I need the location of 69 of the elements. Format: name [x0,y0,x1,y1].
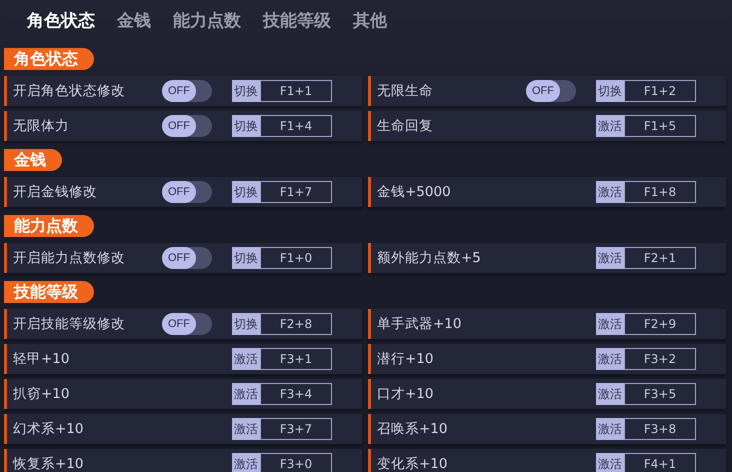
option-label: 金钱+5000 [377,183,451,201]
action-label: 切换 [232,115,260,137]
option-label: 生命回复 [377,117,433,135]
option-label: 无限体力 [13,117,69,135]
option-label: 单手武器+10 [377,315,462,333]
option-label: 潜行+10 [377,350,434,368]
toggle-switch[interactable]: OFF [162,181,212,203]
toggle-switch[interactable]: OFF [162,80,212,102]
option-label: 幻术系+10 [13,420,84,438]
action-label: 激活 [232,453,260,472]
option-label: 召唤系+10 [377,420,448,438]
option-label: 无限生命 [377,82,433,100]
section-header: 角色状态 [4,48,94,70]
hotkey-field[interactable]: F1+5 [624,115,696,137]
action-label: 切换 [232,247,260,269]
action-label: 切换 [232,313,260,335]
action-label: 激活 [596,181,624,203]
action-label: 激活 [232,418,260,440]
option-label: 开启金钱修改 [13,183,97,201]
action-label: 激活 [596,313,624,335]
option-label: 扒窃+10 [13,385,70,403]
hotkey-field[interactable]: F3+5 [624,383,696,405]
hotkey-field[interactable]: F3+0 [260,453,332,472]
hotkey-field[interactable]: F1+4 [260,115,332,137]
action-label: 切换 [232,181,260,203]
hotkey-field[interactable]: F1+2 [624,80,696,102]
option-label: 口才+10 [377,385,434,403]
action-label: 切换 [596,80,624,102]
hotkey-field[interactable]: F1+7 [260,181,332,203]
hotkey-field[interactable]: F3+1 [260,348,332,370]
tab[interactable]: 角色状态 [18,8,104,32]
hotkey-field[interactable]: F3+2 [624,348,696,370]
option-label: 额外能力点数+5 [377,249,481,267]
option-label: 开启角色状态修改 [13,82,125,100]
section-header: 技能等级 [4,281,94,303]
option-label: 恢复系+10 [13,455,84,472]
toggle-switch[interactable]: OFF [162,313,212,335]
section-header: 金钱 [4,149,62,171]
hotkey-field[interactable]: F1+0 [260,247,332,269]
tab[interactable]: 金钱 [108,8,160,32]
action-label: 激活 [232,348,260,370]
hotkey-field[interactable]: F3+8 [624,418,696,440]
action-label: 激活 [596,247,624,269]
tab[interactable]: 技能等级 [254,8,340,32]
action-label: 激活 [596,115,624,137]
action-label: 切换 [232,80,260,102]
toggle-switch[interactable]: OFF [162,115,212,137]
tab[interactable]: 其他 [344,8,396,32]
action-label: 激活 [596,383,624,405]
hotkey-field[interactable]: F3+4 [260,383,332,405]
hotkey-field[interactable]: F1+1 [260,80,332,102]
section-header: 能力点数 [4,215,94,237]
hotkey-field[interactable]: F4+1 [624,453,696,472]
hotkey-field[interactable]: F2+1 [624,247,696,269]
hotkey-field[interactable]: F1+8 [624,181,696,203]
option-label: 开启技能等级修改 [13,315,125,333]
action-label: 激活 [596,418,624,440]
hotkey-field[interactable]: F2+9 [624,313,696,335]
action-label: 激活 [232,383,260,405]
toggle-switch[interactable]: OFF [162,247,212,269]
tab[interactable]: 能力点数 [164,8,250,32]
hotkey-field[interactable]: F3+7 [260,418,332,440]
option-label: 轻甲+10 [13,350,70,368]
action-label: 激活 [596,348,624,370]
toggle-switch[interactable]: OFF [526,80,576,102]
option-label: 变化系+10 [377,455,448,472]
option-label: 开启能力点数修改 [13,249,125,267]
hotkey-field[interactable]: F2+8 [260,313,332,335]
action-label: 激活 [596,453,624,472]
